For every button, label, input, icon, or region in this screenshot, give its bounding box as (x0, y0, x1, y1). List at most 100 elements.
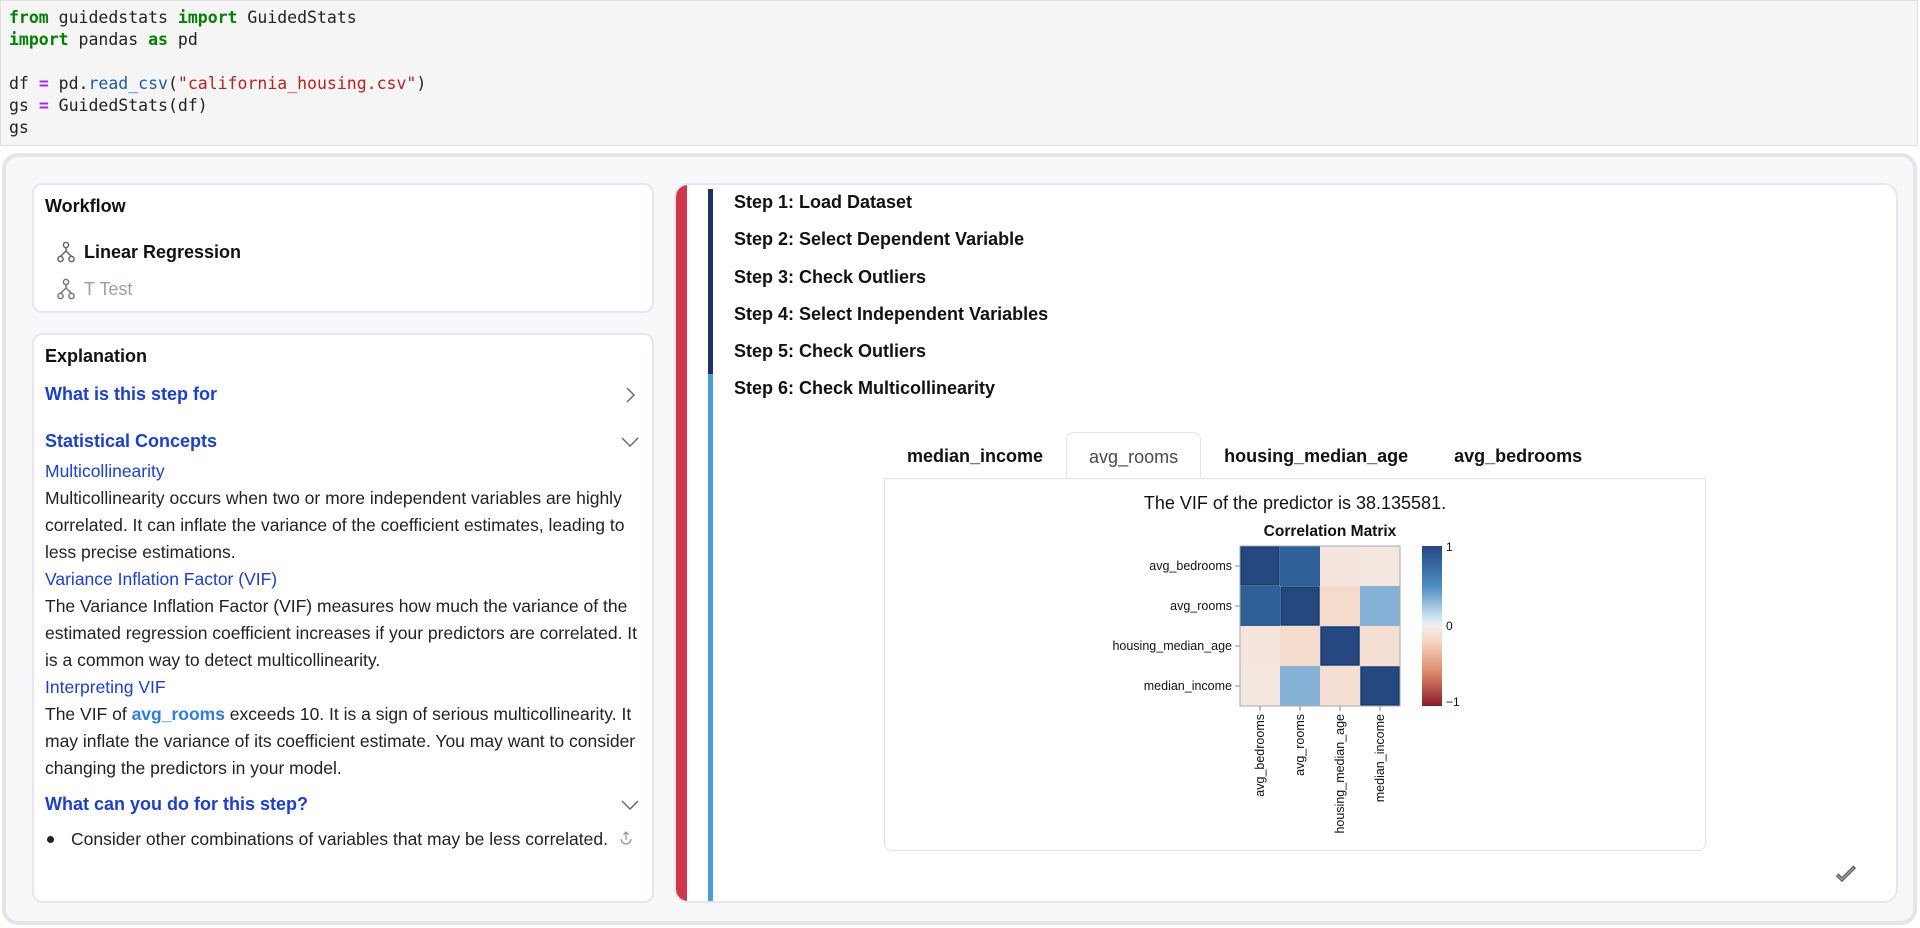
code-line: df = pd.read_csv("california_housing.csv… (9, 73, 1909, 95)
accent-bar (676, 185, 687, 901)
step-4[interactable]: Step 4: Select Independent Variables (734, 303, 1048, 340)
code-line: gs (9, 117, 1909, 139)
workflow-item-label: T Test (84, 278, 133, 299)
explanation-panel: Explanation What is this step for Statis… (32, 333, 654, 903)
code-token: pandas (68, 30, 149, 49)
concept-heading-vif: Variance Inflation Factor (VIF) (45, 569, 278, 589)
chevron-right-icon (626, 387, 635, 402)
step-2[interactable]: Step 2: Select Dependent Variable (734, 228, 1048, 265)
row-label: avg_bedrooms (1149, 559, 1232, 573)
heatmap-cell (1240, 546, 1280, 586)
colorbar (1422, 546, 1442, 706)
code-token: gs (9, 96, 39, 115)
code-token: gs (9, 118, 29, 137)
heatmap-cell (1280, 546, 1320, 586)
progress-completed-bar (708, 189, 713, 374)
concept-text-vif: The Variance Inflation Factor (VIF) meas… (45, 596, 638, 670)
code-token: from (9, 8, 49, 27)
workflow-branch-icon (57, 278, 75, 300)
tab-housing-median-age[interactable]: housing_median_age (1201, 431, 1431, 479)
heatmap-cell (1320, 626, 1360, 666)
chevron-down-icon (621, 437, 639, 447)
step-3[interactable]: Step 3: Check Outliers (734, 266, 1048, 303)
colorbar-tick-label: −1 (1446, 695, 1460, 709)
col-label: avg_bedrooms (1253, 714, 1267, 797)
tab-avg-rooms[interactable]: avg_rooms (1066, 432, 1202, 480)
chevron-down-icon (621, 800, 639, 810)
heatmap-cell (1280, 586, 1320, 626)
accordion-label: What is this step for (45, 384, 218, 404)
row-label: median_income (1144, 679, 1232, 693)
code-token: guidedstats (48, 8, 178, 27)
tab-avg-bedrooms[interactable]: avg_bedrooms (1431, 431, 1605, 479)
tab-panel: The VIF of the predictor is 38.135581. C… (884, 478, 1706, 851)
heatmap-title: Correlation Matrix (1264, 523, 1397, 540)
vif-readout: The VIF of the predictor is 38.135581. (1143, 493, 1447, 513)
code-token: pd (167, 30, 198, 49)
concept-heading-interpreting-vif: Interpreting VIF (45, 677, 166, 697)
heatmap-cell (1320, 586, 1360, 626)
col-label: avg_rooms (1293, 714, 1307, 776)
code-line: gs = GuidedStats(df) (9, 95, 1909, 117)
workflow-title: Workflow (45, 196, 126, 216)
heatmap-cell (1320, 666, 1360, 706)
code-token: "california_housing.csv" (177, 74, 417, 93)
explanation-title: Explanation (45, 346, 148, 366)
variable-highlight[interactable]: avg_rooms (132, 704, 225, 724)
code-cell[interactable]: from guidedstats import GuidedStats impor… (0, 0, 1918, 146)
heatmap-cell (1360, 666, 1400, 706)
accordion-label: What can you do for this step? (45, 794, 309, 814)
workflow-panel: Workflow Linear Regression T Test (32, 183, 654, 313)
col-label: median_income (1373, 714, 1387, 802)
suggestion-item: Consider other combinations of variables… (45, 825, 640, 853)
suggestion-list: Consider other combinations of variables… (45, 825, 640, 853)
code-token: GuidedStats(df) (48, 96, 208, 115)
apply-suggestion-icon[interactable] (618, 830, 634, 846)
colorbar-tick-label: 1 (1446, 540, 1453, 554)
workflow-item-t-test[interactable]: T Test (56, 278, 132, 300)
suggestion-text: Consider other combinations of variables… (71, 829, 608, 849)
accordion-what-can-you-do[interactable]: What can you do for this step? (45, 794, 640, 815)
row-label: avg_rooms (1170, 599, 1232, 613)
code-token: ( (167, 74, 178, 93)
accordion-statistical-concepts[interactable]: Statistical Concepts (45, 431, 640, 452)
concept-text-interpreting-vif: The VIF of avg_rooms exceeds 10. It is a… (45, 701, 640, 782)
code-token: GuidedStats (237, 8, 357, 27)
correlation-heatmap: Correlation Matrix avg_bedrooms avg_rooms… (1112, 523, 1460, 834)
concept-text-multicollinearity: Multicollinearity occurs when two or mor… (45, 488, 625, 562)
concept-heading-multicollinearity: Multicollinearity (45, 461, 165, 481)
tab-median-income[interactable]: median_income (884, 431, 1066, 479)
step-5[interactable]: Step 5: Check Outliers (734, 340, 1048, 377)
code-token: pd. (48, 74, 89, 93)
step-1[interactable]: Step 1: Load Dataset (734, 191, 1048, 228)
workflow-branch-icon (57, 241, 75, 263)
interp-text-pre: The VIF of (45, 704, 132, 724)
accordion-label: Statistical Concepts (45, 431, 218, 451)
accordion-what-is-this-step-for[interactable]: What is this step for (45, 384, 640, 405)
heatmap-cell (1280, 626, 1320, 666)
progress-current-bar (708, 374, 713, 901)
workflow-item-linear-regression[interactable]: Linear Regression (56, 241, 241, 263)
code-token: df (9, 74, 39, 93)
predictor-tabs: median_income avg_rooms housing_median_a… (884, 429, 1605, 480)
heatmap-cell (1360, 586, 1400, 626)
step-list: Step 1: Load Dataset Step 2: Select Depe… (734, 191, 1048, 415)
step-6[interactable]: Step 6: Check Multicollinearity (734, 377, 1048, 414)
code-token: read_csv (88, 74, 168, 93)
code-line: from guidedstats import GuidedStats (9, 7, 1909, 29)
code-token: import (177, 8, 238, 27)
colorbar-tick-label: 0 (1446, 619, 1453, 633)
confirm-check-icon[interactable] (1834, 863, 1858, 887)
heatmap-cell (1280, 666, 1320, 706)
heatmap-cell (1240, 626, 1280, 666)
row-label: housing_median_age (1112, 639, 1232, 653)
guidedstats-widget: Workflow Linear Regression T Test Explan… (2, 153, 1917, 925)
heatmap-cell (1360, 546, 1400, 586)
code-token: = (38, 96, 49, 115)
col-label: housing_median_age (1333, 714, 1347, 834)
code-token: as (148, 30, 168, 49)
heatmap-cell (1240, 666, 1280, 706)
workflow-item-label: Linear Regression (84, 241, 242, 262)
code-token: = (38, 74, 49, 93)
